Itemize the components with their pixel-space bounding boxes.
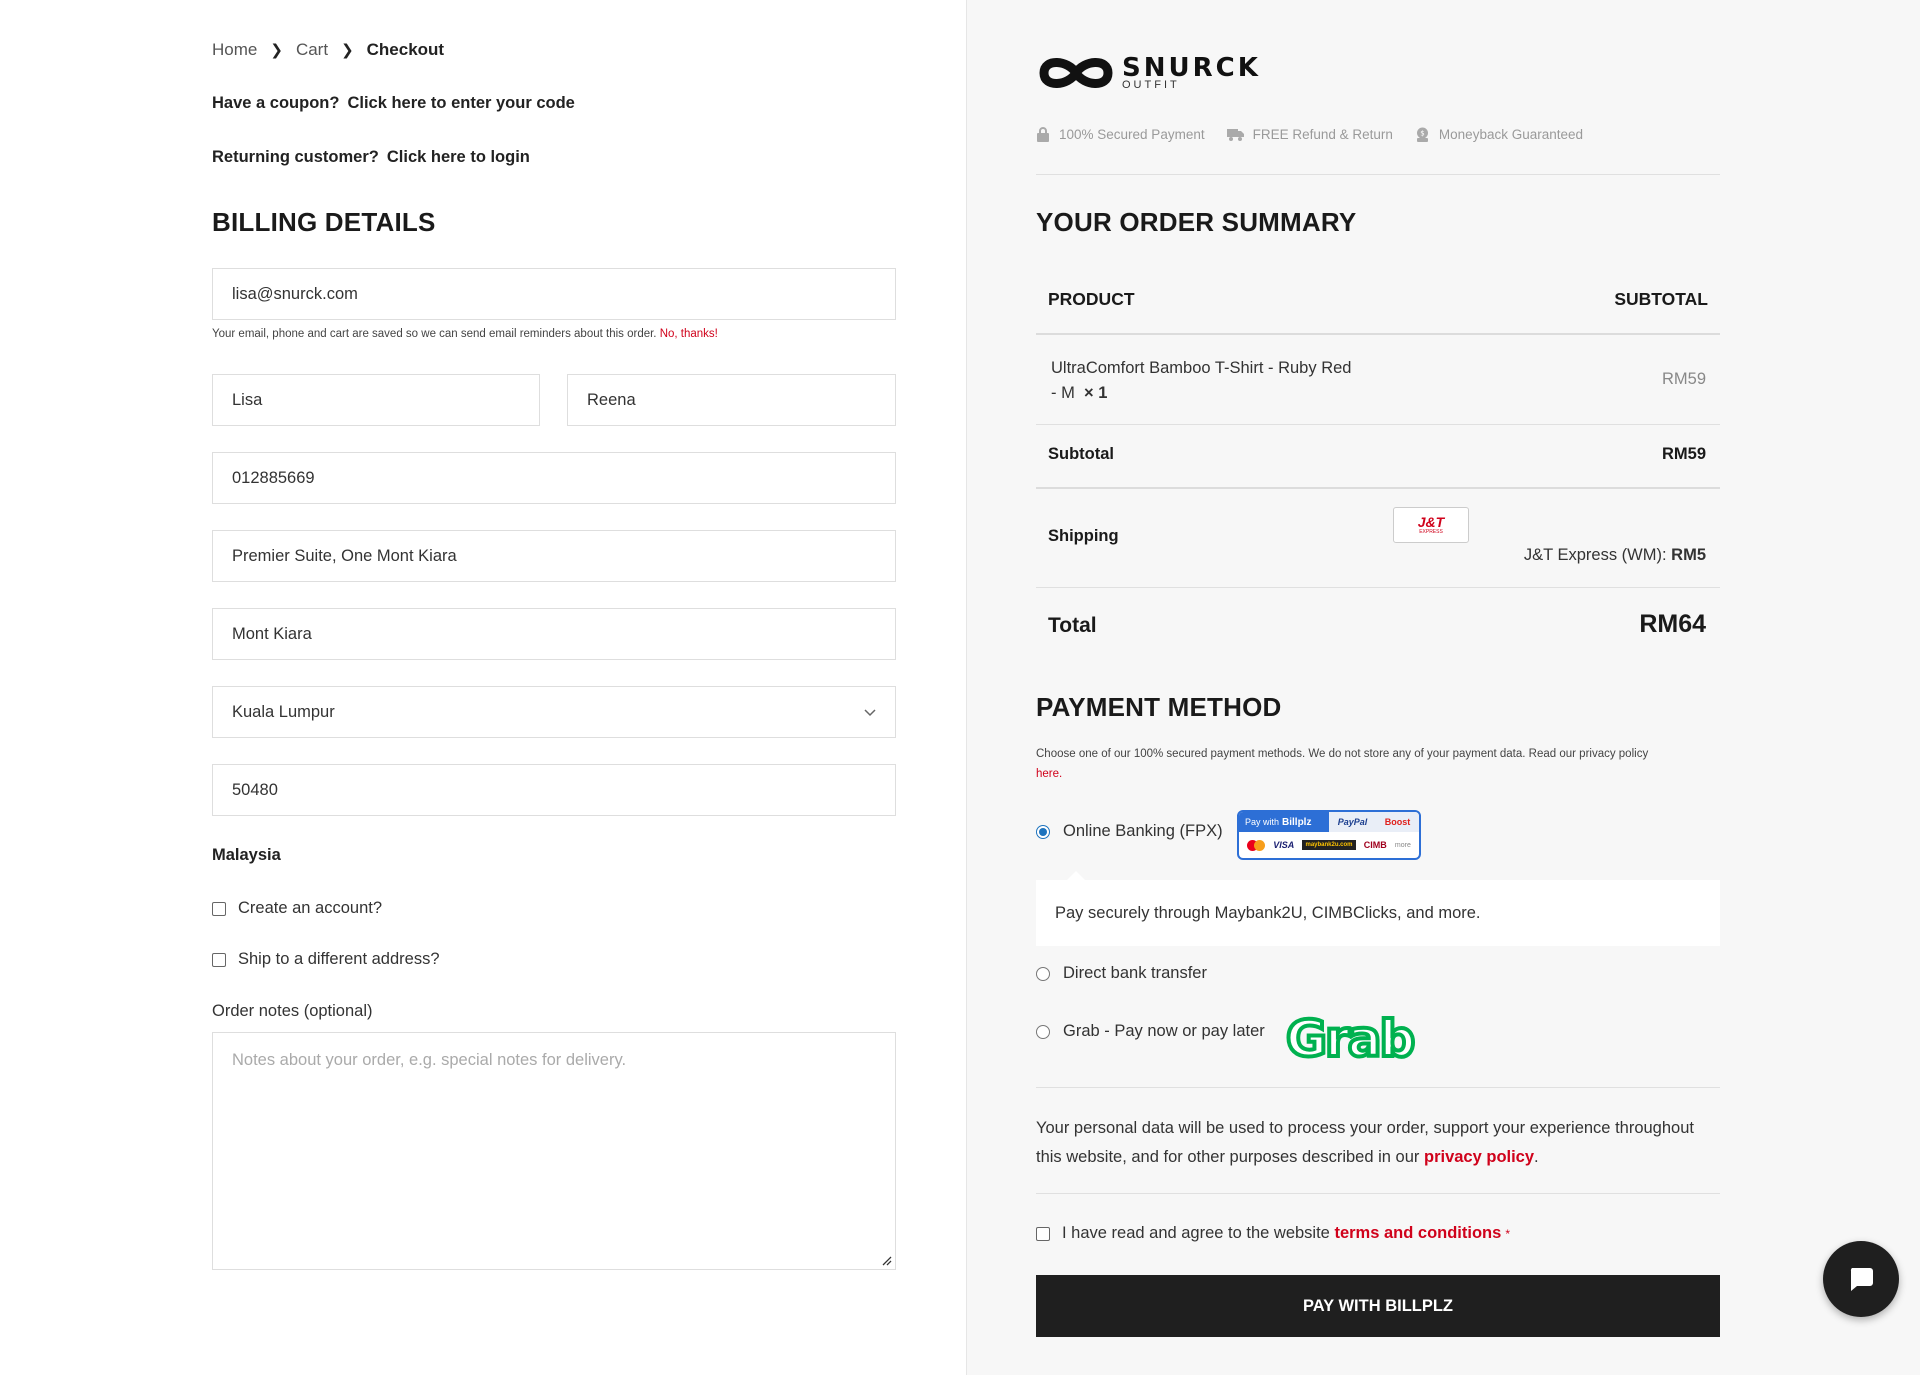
no-thanks-link[interactable]: No, thanks! [660, 328, 718, 340]
payment-option-fpx[interactable]: Online Banking (FPX) [1036, 822, 1223, 841]
ship-different-option[interactable]: Ship to a different address? [212, 950, 440, 969]
city-field[interactable]: Mont Kiara [212, 608, 896, 660]
divider [1036, 1193, 1720, 1194]
chevron-right-icon: ❯ [341, 42, 354, 59]
billplz-logo: Pay with Billplz PayPal Boost VISA maybank… [1237, 810, 1421, 860]
terms-agreement[interactable]: I have read and agree to the website ter… [1036, 1224, 1510, 1243]
chevron-down-icon [864, 709, 876, 717]
divider [1036, 587, 1720, 588]
divider [1036, 174, 1720, 175]
chevron-right-icon: ❯ [270, 42, 283, 59]
order-notes-label: Order notes (optional) [212, 1002, 373, 1020]
email-hint: Your email, phone and cart are saved so … [212, 328, 718, 340]
col-subtotal-header: SUBTOTAL [1614, 289, 1708, 309]
billing-title: BILLING DETAILS [212, 207, 436, 237]
fpx-info-box: Pay securely through Maybank2U, CIMBClic… [1036, 871, 1720, 946]
last-name-field[interactable]: Reena [567, 374, 896, 426]
divider [1036, 333, 1720, 335]
order-summary-title: YOUR ORDER SUMMARY [1036, 207, 1357, 237]
bank-transfer-radio[interactable] [1036, 966, 1050, 981]
payment-option-bank-transfer[interactable]: Direct bank transfer [1036, 964, 1207, 983]
email-field[interactable]: lisa@snurck.com [212, 268, 896, 320]
pay-with-billplz-button[interactable]: PAY WITH BILLPLZ [1036, 1275, 1720, 1337]
coupon-link[interactable]: Click here to enter your code [347, 94, 574, 112]
divider [1036, 1087, 1720, 1088]
phone-field[interactable]: 012885669 [212, 452, 896, 504]
ship-different-checkbox[interactable] [212, 952, 226, 967]
create-account-option[interactable]: Create an account? [212, 899, 382, 918]
create-account-checkbox[interactable] [212, 901, 226, 916]
total-label: Total [1048, 614, 1097, 637]
breadcrumb-cart[interactable]: Cart [296, 40, 328, 60]
payment-description: Choose one of our 100% secured payment m… [1036, 748, 1649, 780]
money-guarantee-icon: $ [1416, 127, 1428, 142]
order-panel: SNURCK OUTFIT 100% Secured Payment FREE … [966, 0, 1920, 1375]
fpx-radio[interactable] [1036, 824, 1050, 839]
col-product-header: PRODUCT [1048, 289, 1135, 309]
state-select[interactable]: Kuala Lumpur [212, 686, 896, 738]
product-price: RM59 [1661, 370, 1706, 388]
login-notice: Returning customer? Click here to login [212, 148, 530, 166]
total-value: RM64 [1639, 610, 1706, 638]
privacy-here-link[interactable]: here. [1036, 768, 1062, 780]
shipping-value: J&T Express (WM): RM5 [1523, 546, 1706, 564]
resize-handle-icon[interactable] [880, 1254, 892, 1266]
postcode-field[interactable]: 50480 [212, 764, 896, 816]
truck-icon [1226, 129, 1244, 141]
jt-express-logo: J&T EXPRESS [1393, 507, 1469, 543]
chat-bubble-icon [1850, 1268, 1873, 1291]
brand-logo[interactable]: SNURCK OUTFIT [1036, 52, 1261, 94]
brand-name: SNURCK [1122, 53, 1261, 83]
breadcrumb-current: Checkout [366, 40, 445, 59]
required-star: * [1505, 1226, 1510, 1241]
svg-text:$: $ [1420, 130, 1424, 138]
chat-button[interactable] [1823, 1241, 1899, 1317]
country-value: Malaysia [212, 846, 281, 864]
breadcrumb: Home ❯ Cart ❯ Checkout [212, 40, 444, 60]
payment-method-title: PAYMENT METHOD [1036, 692, 1282, 722]
billing-panel: Home ❯ Cart ❯ Checkout Have a coupon? Cli… [0, 0, 966, 1375]
privacy-notice: Your personal data will be used to proce… [1036, 1119, 1694, 1166]
breadcrumb-home[interactable]: Home [212, 40, 257, 60]
subtotal-value: RM59 [1661, 445, 1706, 463]
terms-link[interactable]: terms and conditions [1334, 1224, 1501, 1243]
shipping-label: Shipping [1048, 527, 1119, 545]
address-field[interactable]: Premier Suite, One Mont Kiara [212, 530, 896, 582]
terms-checkbox[interactable] [1036, 1226, 1050, 1241]
trust-badges: 100% Secured Payment FREE Refund & Retur… [1036, 127, 1605, 142]
order-notes-textarea[interactable]: Notes about your order, e.g. special not… [212, 1032, 896, 1270]
privacy-policy-link[interactable]: privacy policy [1424, 1148, 1534, 1166]
divider [1036, 487, 1720, 489]
grab-radio[interactable] [1036, 1024, 1050, 1039]
subtotal-label: Subtotal [1048, 445, 1114, 463]
first-name-field[interactable]: Lisa [212, 374, 540, 426]
infinity-logo-icon [1039, 58, 1113, 88]
login-link[interactable]: Click here to login [387, 148, 530, 166]
mastercard-icon [1247, 839, 1266, 851]
divider [1036, 424, 1720, 425]
payment-option-grab[interactable]: Grab - Pay now or pay later [1036, 1022, 1265, 1041]
product-name: UltraComfort Bamboo T-Shirt - Ruby Red -… [1051, 359, 1352, 402]
lock-icon [1037, 127, 1049, 142]
coupon-notice: Have a coupon? Click here to enter your c… [212, 94, 575, 112]
product-qty: 1 [1098, 384, 1108, 402]
grab-logo: Grab [1284, 1010, 1417, 1068]
